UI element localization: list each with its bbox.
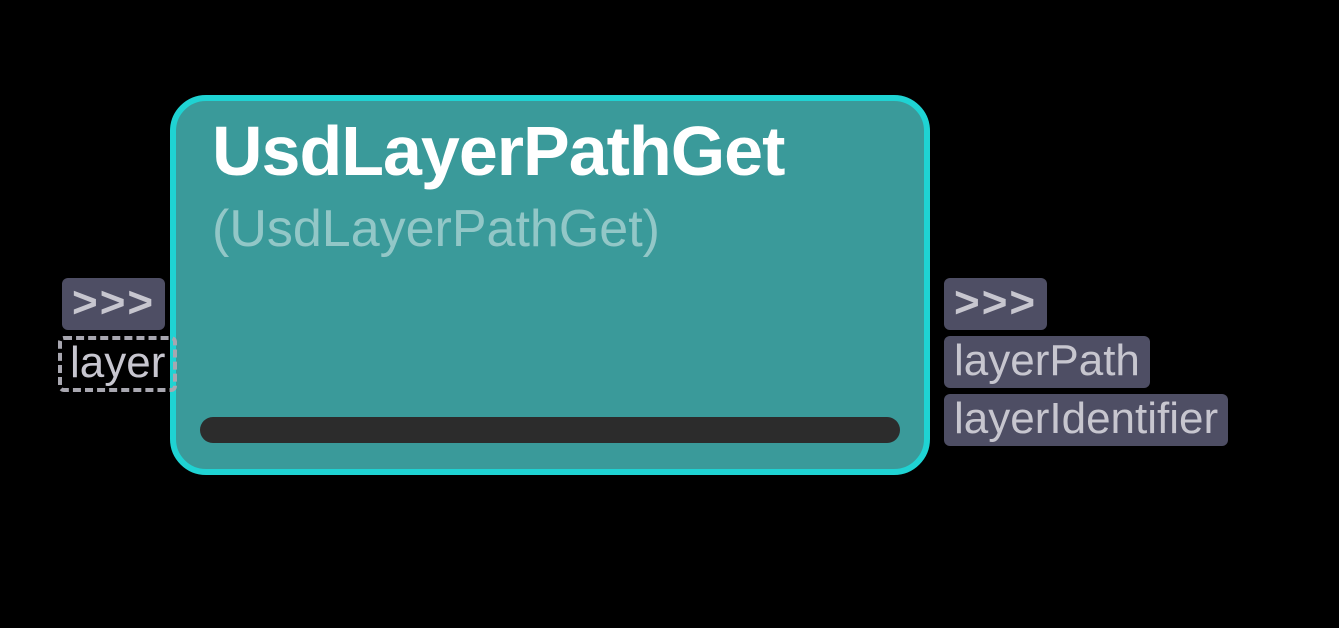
node-graph-canvas[interactable]: UsdLayerPathGet (UsdLayerPathGet) >>> la… (0, 0, 1339, 628)
node-subtitle: (UsdLayerPathGet) (212, 199, 660, 259)
node-title: UsdLayerPathGet (212, 111, 784, 191)
output-port-layer-path[interactable]: layerPath (944, 336, 1150, 388)
output-exec-port[interactable]: >>> (944, 278, 1047, 330)
node-footer-bar (200, 417, 900, 443)
input-exec-port[interactable]: >>> (62, 278, 165, 330)
input-port-layer[interactable]: layer (58, 336, 177, 392)
output-port-layer-identifier[interactable]: layerIdentifier (944, 394, 1228, 446)
node-usd-layer-path-get[interactable]: UsdLayerPathGet (UsdLayerPathGet) (170, 95, 930, 475)
